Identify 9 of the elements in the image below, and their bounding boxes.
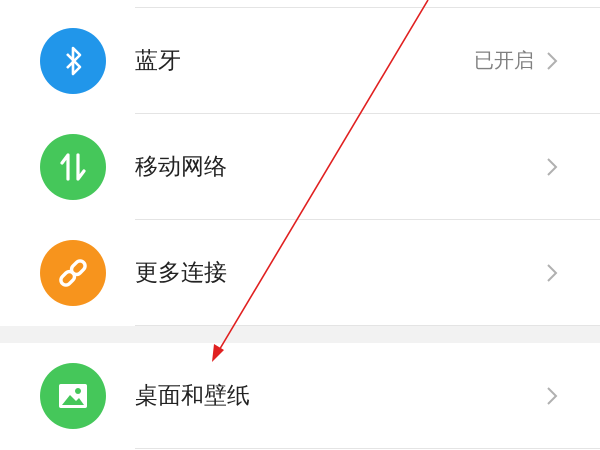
- chevron-icon: [546, 50, 558, 70]
- item-value: 已开启: [474, 47, 534, 74]
- chevron-icon: [546, 386, 558, 406]
- chevron-icon: [546, 262, 558, 282]
- chevron-icon: [546, 156, 558, 176]
- item-title: 桌面和壁纸: [135, 382, 251, 411]
- item-title: 蓝牙: [135, 47, 182, 76]
- item-title: 移动网络: [135, 153, 228, 182]
- item-title: 更多连接: [135, 259, 228, 288]
